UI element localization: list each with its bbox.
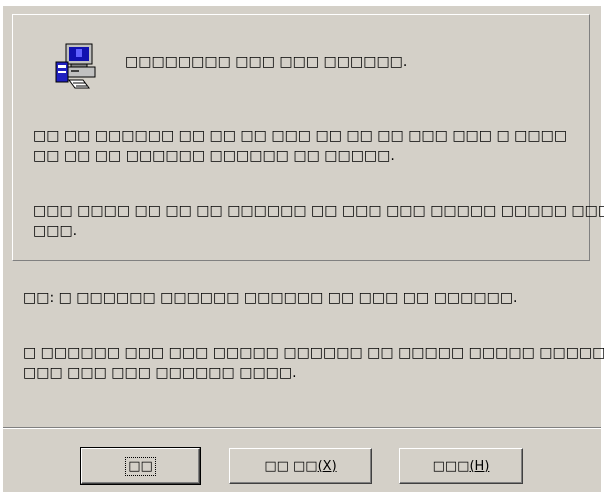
info-text-line: □□□ □□□□ □□ □□ □□ □□□□□□ □□ □□□ □□□ □□□□… [33,203,604,219]
cancel-label-text: □□ □□ [264,458,318,474]
cancel-button[interactable]: □□ □□(X) [229,448,372,484]
note-text-line: □ □□□□□□ □□□ □□□ □□□□□ □□□□□□ □□ □□□□□ □… [23,345,604,361]
help-mnemonic: (H) [469,458,490,474]
info-panel: □□□□□□□□ □□□ □□□ □□□□□□. □□ □□ □□□□□□ □□… [12,14,604,261]
ok-button-label: □□ [125,456,156,476]
info-text-line: □□ □□ □□□□□□ □□ □□ □□ □□□ □□ □□ □□ □□□ □… [33,128,568,144]
cancel-button-label: □□ □□(X) [262,458,338,475]
button-separator [3,427,601,429]
info-text-line: □□ □□ □□ □□□□□□ □□□□□□ □□ □□□□□. [33,148,395,164]
help-button-label: □□□(H) [431,458,492,475]
computer-install-icon [55,43,96,89]
message-dialog: □□□□□□□□ □□□ □□□ □□□□□□. □□ □□ □□□□□□ □□… [3,6,604,492]
help-button[interactable]: □□□(H) [399,448,523,484]
note-text-line: □□□ □□□ □□□ □□□□□□ □□□□. [23,365,297,381]
help-label-text: □□□ [432,458,470,474]
cancel-mnemonic: (X) [317,458,337,474]
ok-button[interactable]: □□ [80,447,201,485]
info-text-line: □□□. [33,223,78,239]
note-text-line: □□: □ □□□□□□ □□□□□□ □□□□□□ □□ □□□ □□ □□□… [23,290,518,306]
dialog-heading: □□□□□□□□ □□□ □□□ □□□□□□. [125,54,408,70]
